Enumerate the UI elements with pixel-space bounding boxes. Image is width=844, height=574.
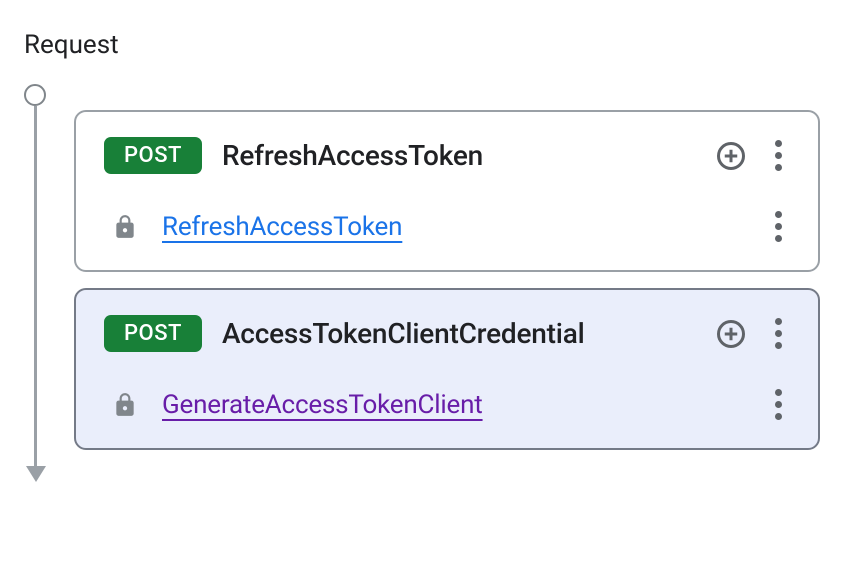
policy-link[interactable]: GenerateAccessTokenClient: [162, 390, 742, 420]
add-icon[interactable]: [716, 141, 746, 171]
kebab-menu-icon[interactable]: [766, 314, 790, 353]
flow-card-body: RefreshAccessToken: [104, 207, 790, 246]
policy-link[interactable]: RefreshAccessToken: [162, 212, 742, 242]
kebab-menu-icon[interactable]: [766, 207, 790, 246]
lock-icon: [112, 214, 138, 240]
kebab-menu-icon[interactable]: [766, 136, 790, 175]
flow-container: POST RefreshAccessToken: [24, 84, 820, 480]
timeline-start-circle: [24, 84, 46, 106]
lock-icon: [112, 392, 138, 418]
http-method-badge: POST: [104, 315, 202, 352]
flow-card[interactable]: POST RefreshAccessToken: [74, 110, 820, 272]
flow-title: AccessTokenClientCredential: [222, 317, 696, 350]
http-method-badge: POST: [104, 137, 202, 174]
section-heading: Request: [24, 30, 820, 60]
flow-card-body: GenerateAccessTokenClient: [104, 385, 790, 424]
flow-card-header: POST RefreshAccessToken: [104, 136, 790, 175]
flow-card-header: POST AccessTokenClientCredential: [104, 314, 790, 353]
timeline-arrow-icon: [26, 466, 46, 482]
flow-card[interactable]: POST AccessTokenClientCredential: [74, 288, 820, 450]
kebab-menu-icon[interactable]: [766, 385, 790, 424]
add-icon[interactable]: [716, 319, 746, 349]
timeline-line: [34, 106, 37, 468]
flow-title: RefreshAccessToken: [222, 139, 696, 172]
flow-cards: POST RefreshAccessToken: [74, 84, 820, 480]
